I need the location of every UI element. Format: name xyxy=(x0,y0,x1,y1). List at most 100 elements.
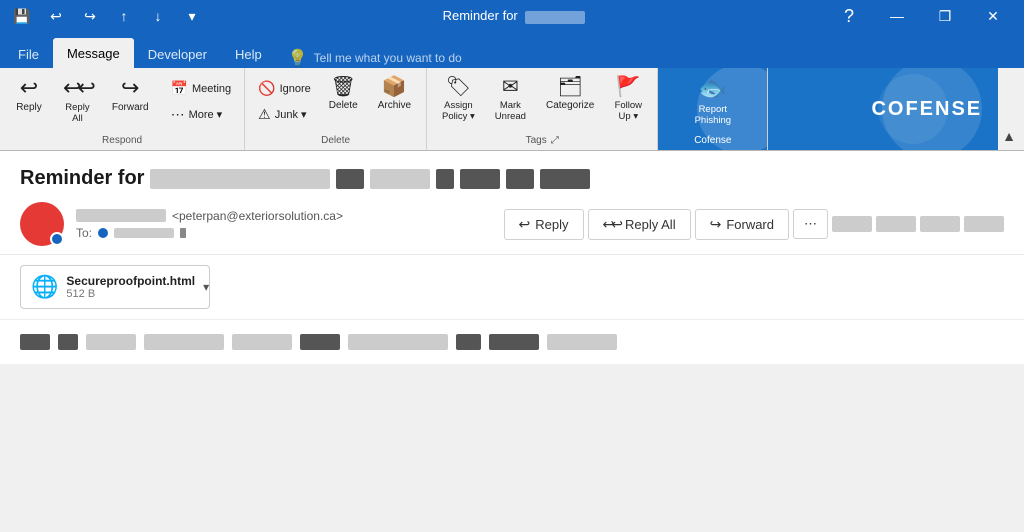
forward-icon: ↪ xyxy=(121,77,139,99)
tab-message[interactable]: Message xyxy=(53,38,134,68)
subject-block-1 xyxy=(336,169,364,189)
sender-info: <peterpan@exteriorsolution.ca> To: xyxy=(76,209,343,240)
ignore-button[interactable]: 🚫 Ignore xyxy=(251,76,318,101)
body-block-2 xyxy=(58,334,78,350)
up-qat-btn[interactable]: ↑ xyxy=(110,2,138,30)
reply-button[interactable]: ↩ Reply xyxy=(6,72,52,118)
body-block-6 xyxy=(300,334,340,350)
attachment-item[interactable]: 🌐 Secureproofpoint.html 512 B ▾ xyxy=(20,265,210,309)
close-btn[interactable]: ✕ xyxy=(970,0,1016,32)
tab-file[interactable]: File xyxy=(4,40,53,68)
body-block-10 xyxy=(547,334,617,350)
to-redacted xyxy=(114,228,174,238)
avatar-status-dot xyxy=(50,232,64,246)
email-body xyxy=(0,320,1024,364)
ignore-icon: 🚫 xyxy=(258,80,275,97)
title-redacted xyxy=(525,11,585,24)
email-reply-button[interactable]: ↩ Reply xyxy=(504,209,584,240)
delete-buttons: 🚫 Ignore ⚠ Junk ▾ 🗑 Delete 📦 Archive xyxy=(251,72,420,131)
restore-btn[interactable]: ❒ xyxy=(922,0,968,32)
categorize-icon: 🗂 xyxy=(557,77,582,97)
subject-block-5 xyxy=(540,169,590,189)
mark-unread-label: MarkUnread xyxy=(495,100,526,122)
reply-all-button[interactable]: ↩↩ ReplyAll xyxy=(54,72,101,129)
window-title: Reminder for xyxy=(443,8,590,23)
reply-icon: ↩ xyxy=(20,77,38,99)
sender-name-redacted xyxy=(76,209,166,222)
delete-group: 🚫 Ignore ⚠ Junk ▾ 🗑 Delete 📦 Archive Del… xyxy=(245,68,427,150)
to-label: To: xyxy=(76,226,92,240)
archive-button[interactable]: 📦 Archive xyxy=(369,72,420,116)
reply-all-icon: ↩↩ xyxy=(63,77,92,99)
categorize-button[interactable]: 🗂 Categorize xyxy=(537,72,603,116)
body-block-4 xyxy=(144,334,224,350)
tell-placeholder[interactable]: Tell me what you want to do xyxy=(314,51,462,65)
tab-bar: File Message Developer Help 💡 Tell me wh… xyxy=(0,32,1024,68)
body-block-8 xyxy=(456,334,481,350)
subject-text: Reminder for xyxy=(20,167,144,190)
undo-qat-btn[interactable]: ↩ xyxy=(42,2,70,30)
junk-icon: ⚠ xyxy=(258,106,271,123)
respond-label: Respond xyxy=(6,131,238,150)
cofense-logo-text: COFENSE xyxy=(871,98,982,121)
ribbon-collapse-area: ▲ xyxy=(998,68,1024,150)
attachment-size: 512 B xyxy=(66,288,195,300)
assign-policy-icon: 🏷 xyxy=(446,77,471,97)
qat-dropdown-btn[interactable]: ▾ xyxy=(178,2,206,30)
cofense-logo-area: COFENSE xyxy=(768,68,998,150)
email-forward-button[interactable]: ↪ Forward xyxy=(695,209,789,240)
avatar xyxy=(20,202,64,246)
email-sender-left: <peterpan@exteriorsolution.ca> To: xyxy=(20,202,343,246)
email-header: Reminder for <peterpan@exteriorsolut xyxy=(0,151,1024,255)
tags-label: Tags ⤢ xyxy=(433,131,651,150)
subject-block-2 xyxy=(436,169,454,189)
email-reply-all-button[interactable]: ↩↩ Reply All xyxy=(588,209,691,240)
sender-name-row: <peterpan@exteriorsolution.ca> xyxy=(76,209,343,223)
assign-policy-label: AssignPolicy ▾ xyxy=(442,100,475,122)
collapse-ribbon-btn[interactable]: ▲ xyxy=(998,126,1020,146)
email-more-button[interactable]: ⋯ xyxy=(793,209,828,239)
minimize-btn[interactable]: — xyxy=(874,0,920,32)
email-reply-all-icon: ↩↩ xyxy=(603,216,620,233)
email-sender-row: <peterpan@exteriorsolution.ca> To: ↩ Rep… xyxy=(20,202,1004,246)
attachment-dropdown-icon[interactable]: ▾ xyxy=(203,280,209,294)
action-redacted-2 xyxy=(876,216,916,232)
respond-buttons: ↩ Reply ↩↩ ReplyAll ↪ Forward 📅 Meeting … xyxy=(6,72,238,131)
action-redacted-1 xyxy=(832,216,872,232)
delete-label: Delete xyxy=(251,131,420,150)
junk-button[interactable]: ⚠ Junk ▾ xyxy=(251,102,318,127)
email-container: Reminder for <peterpan@exteriorsolut xyxy=(0,151,1024,364)
down-qat-btn[interactable]: ↓ xyxy=(144,2,172,30)
assign-policy-button[interactable]: 🏷 AssignPolicy ▾ xyxy=(433,72,484,127)
meeting-button[interactable]: 📅 Meeting xyxy=(164,76,239,101)
forward-button[interactable]: ↪ Forward xyxy=(103,72,158,118)
mark-unread-button[interactable]: ✉ MarkUnread xyxy=(486,72,535,127)
cofense-deco-circle xyxy=(697,68,768,150)
tab-developer[interactable]: Developer xyxy=(134,40,221,68)
title-bar-left: 💾 ↩ ↪ ↑ ↓ ▾ xyxy=(8,2,206,30)
save-qat-btn[interactable]: 💾 xyxy=(8,2,36,30)
body-block-5 xyxy=(232,334,292,350)
email-forward-icon: ↪ xyxy=(710,216,722,233)
subject-redacted-1 xyxy=(150,169,330,189)
lightbulb-icon: 💡 xyxy=(288,48,308,68)
window-controls: ? — ❒ ✕ xyxy=(826,0,1016,32)
tab-help[interactable]: Help xyxy=(221,40,276,68)
help-btn[interactable]: ? xyxy=(826,0,872,32)
more-button[interactable]: ⋯ More ▾ xyxy=(164,102,239,127)
delete-button[interactable]: 🗑 Delete xyxy=(320,72,367,116)
body-block-3 xyxy=(86,334,136,350)
tags-expand-icon[interactable]: ⤢ xyxy=(551,135,559,146)
action-redacted-3 xyxy=(920,216,960,232)
respond-small-stack: 📅 Meeting ⋯ More ▾ xyxy=(164,72,239,127)
follow-up-button[interactable]: 🚩 FollowUp ▾ xyxy=(605,72,651,127)
body-block-1 xyxy=(20,334,50,350)
action-redacted-4 xyxy=(964,216,1004,232)
to-line xyxy=(180,228,186,238)
tags-buttons: 🏷 AssignPolicy ▾ ✉ MarkUnread 🗂 Categori… xyxy=(433,72,651,131)
redo-qat-btn[interactable]: ↪ xyxy=(76,2,104,30)
body-block-9 xyxy=(489,334,539,350)
attachment-info: Secureproofpoint.html 512 B xyxy=(66,274,195,300)
reply-all-label: ReplyAll xyxy=(65,102,89,124)
body-block-7 xyxy=(348,334,448,350)
